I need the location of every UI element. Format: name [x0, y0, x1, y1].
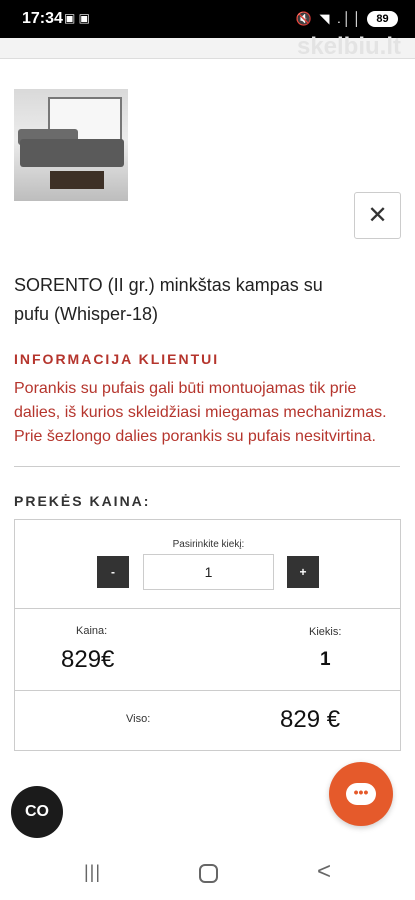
product-modal: ✕ SORENTO (II gr.) minkštas kampas su pu… [0, 58, 415, 818]
close-icon: ✕ [367, 202, 388, 229]
image-table-shape [50, 171, 104, 189]
chat-icon: ••• [346, 783, 376, 805]
site-watermark: skelbiu.lt [296, 33, 401, 60]
product-title: SORENTO (II gr.) minkštas kampas su pufu… [14, 275, 323, 324]
back-icon[interactable]: < [317, 858, 331, 886]
chat-button[interactable]: ••• [329, 762, 393, 826]
notification-icons: ▣ ▣ [64, 11, 91, 25]
price-heading: PREKĖS KAINA: [14, 493, 151, 509]
signal-icons: 🔇 ◥ .││ [295, 11, 363, 26]
divider [14, 466, 400, 467]
product-image [14, 89, 128, 201]
row-divider [15, 690, 400, 691]
amount-label: Kiekis: [309, 626, 342, 638]
total-label: Viso: [126, 713, 151, 725]
total-value: 829 € [280, 706, 341, 733]
amount-value: 1 [320, 649, 331, 670]
battery-icon: 89 [367, 11, 398, 27]
recent-apps-icon[interactable]: ||| [84, 862, 101, 883]
price-box: Pasirinkite kiekį: - + Kaina: 829€ Kieki… [14, 519, 401, 751]
info-text: Porankis su pufais gali būti montuojamas… [14, 380, 387, 445]
row-divider [15, 608, 400, 609]
image-sofa-shape [20, 139, 124, 167]
quantity-label: Pasirinkite kiekį: [172, 539, 245, 550]
quantity-input[interactable] [143, 554, 274, 590]
status-time: 17:34 [22, 10, 63, 27]
home-icon[interactable] [199, 864, 218, 883]
close-button[interactable]: ✕ [354, 192, 401, 239]
cookie-consent-button[interactable]: CO [11, 786, 63, 838]
system-navbar: ||| < [0, 848, 415, 900]
price-value: 829€ [61, 646, 115, 673]
price-label: Kaina: [76, 625, 108, 637]
cookie-icon: CO [25, 803, 49, 820]
quantity-plus-button[interactable]: + [287, 556, 319, 588]
quantity-minus-button[interactable]: - [97, 556, 129, 588]
info-heading: INFORMACIJA KLIENTUI [14, 351, 220, 367]
